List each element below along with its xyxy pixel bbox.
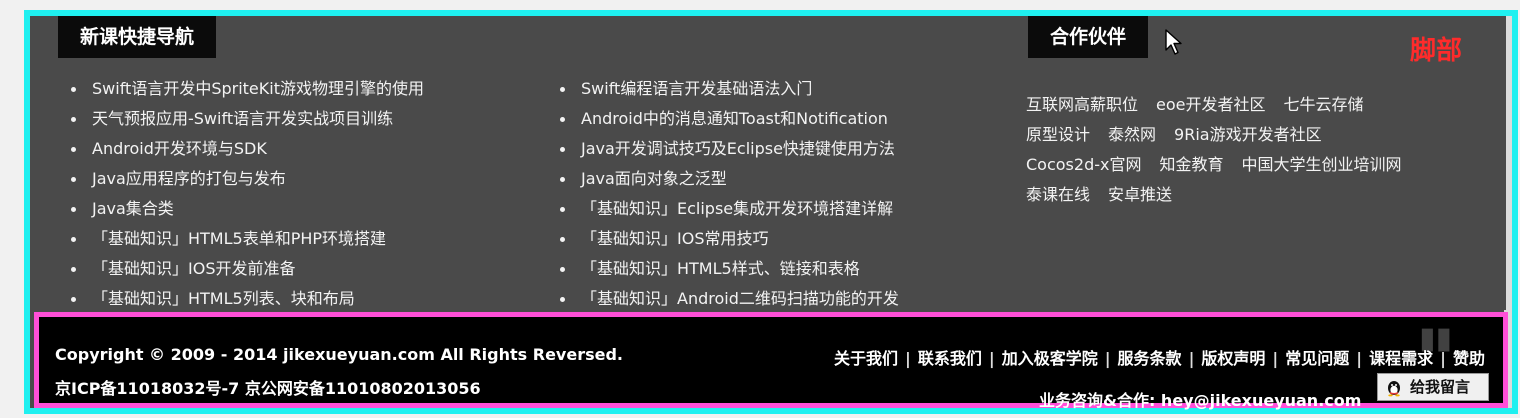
partner-link[interactable]: Cocos2d-x官网 xyxy=(1026,155,1141,174)
nav-separator: | xyxy=(904,349,911,368)
footer-nav-link[interactable]: 赞助 xyxy=(1453,349,1485,368)
course-link[interactable]: Java集合类 xyxy=(66,194,424,224)
screenshot-stage: 新课快捷导航 合作伙伴 Swift语言开发中SpriteKit游戏物理引擎的使用… xyxy=(0,0,1520,418)
footer-links-area: 新课快捷导航 合作伙伴 Swift语言开发中SpriteKit游戏物理引擎的使用… xyxy=(36,16,1506,310)
footer-nav-link[interactable]: 版权声明 xyxy=(1201,349,1265,368)
course-link[interactable]: 天气预报应用-Swift语言开发实战项目训练 xyxy=(66,104,424,134)
course-link[interactable]: 「基础知识」HTML5表单和PHP环境搭建 xyxy=(66,224,424,254)
partner-link[interactable]: eoe开发者社区 xyxy=(1156,95,1265,114)
leave-message-button[interactable]: 给我留言 xyxy=(1377,373,1489,401)
new-courses-column-2: Swift编程语言开发基础语法入门 Android中的消息通知Toast和Noti… xyxy=(555,74,899,314)
partner-link[interactable]: 泰然网 xyxy=(1108,125,1156,144)
business-contact[interactable]: 业务咨询&合作: hey@jikexueyuan.com xyxy=(1039,387,1361,411)
footer-nav-link[interactable]: 课程需求 xyxy=(1369,349,1433,368)
partner-link[interactable]: 知金教育 xyxy=(1159,155,1223,174)
copyright-text: Copyright © 2009 - 2014 jikexueyuan.com … xyxy=(55,345,623,364)
footer-annotation-label: 脚部 xyxy=(1410,36,1463,66)
course-link[interactable]: Android开发环境与SDK xyxy=(66,134,424,164)
nav-separator: | xyxy=(1188,349,1195,368)
copyright-bar: ▮▮ Copyright © 2009 - 2014 jikexueyuan.c… xyxy=(34,312,1508,411)
partner-link[interactable]: 互联网高薪职位 xyxy=(1026,95,1138,114)
partner-link[interactable]: 安卓推送 xyxy=(1108,185,1172,204)
course-link[interactable]: Java开发调试技巧及Eclipse快捷键使用方法 xyxy=(555,134,899,164)
partners-title: 合作伙伴 xyxy=(1028,16,1149,58)
course-link[interactable]: Android中的消息通知Toast和Notification xyxy=(555,104,899,134)
footer-nav-link[interactable]: 联系我们 xyxy=(918,349,982,368)
footer-nav-link[interactable]: 加入极客学院 xyxy=(1002,349,1098,368)
partner-link[interactable]: 泰课在线 xyxy=(1026,185,1090,204)
course-link[interactable]: 「基础知识」HTML5列表、块和布局 xyxy=(66,284,424,314)
partners-row: 原型设计 泰然网 9Ria游戏开发者社区 xyxy=(1026,120,1486,150)
partners-row: 互联网高薪职位 eoe开发者社区 七牛云存储 xyxy=(1026,90,1486,120)
course-link[interactable]: 「基础知识」IOS开发前准备 xyxy=(66,254,424,284)
nav-separator: | xyxy=(1440,349,1446,368)
course-link[interactable]: Swift编程语言开发基础语法入门 xyxy=(555,74,899,104)
course-link[interactable]: 「基础知识」IOS常用技巧 xyxy=(555,224,899,254)
footer-nav-link[interactable]: 常见问题 xyxy=(1285,349,1349,368)
nav-separator: | xyxy=(1104,349,1111,368)
course-link[interactable]: Java应用程序的打包与发布 xyxy=(66,164,424,194)
partner-link[interactable]: 中国大学生创业培训网 xyxy=(1241,155,1401,174)
course-link[interactable]: Swift语言开发中SpriteKit游戏物理引擎的使用 xyxy=(66,74,424,104)
partner-link[interactable]: 七牛云存储 xyxy=(1284,95,1364,114)
partner-link[interactable]: 原型设计 xyxy=(1026,125,1090,144)
mouse-cursor-icon xyxy=(1165,29,1182,55)
course-link[interactable]: Java面向对象之泛型 xyxy=(555,164,899,194)
course-link[interactable]: 「基础知识」Eclipse集成开发环境搭建详解 xyxy=(555,194,899,224)
leave-message-label: 给我留言 xyxy=(1410,378,1471,396)
nav-separator: | xyxy=(1356,349,1363,368)
course-link[interactable]: 「基础知识」HTML5样式、链接和表格 xyxy=(555,254,899,284)
nav-separator: | xyxy=(988,349,995,368)
partners-list: 互联网高薪职位 eoe开发者社区 七牛云存储原型设计 泰然网 9Ria游戏开发者社区 Co… xyxy=(1026,90,1486,210)
icp-license-text: 京ICP备11018032号-7 京公网安备11010802013056 xyxy=(55,379,481,398)
course-link[interactable]: 「基础知识」Android二维码扫描功能的开发 xyxy=(555,284,899,314)
footer-nav-link[interactable]: 关于我们 xyxy=(834,349,898,368)
nav-separator: | xyxy=(1272,349,1279,368)
partners-row: 泰课在线 安卓推送 xyxy=(1026,180,1486,210)
footer-nav-link[interactable]: 服务条款 xyxy=(1118,349,1182,368)
partner-link[interactable]: 9Ria游戏开发者社区 xyxy=(1174,125,1322,144)
partners-row: Cocos2d-x官网 知金教育 中国大学生创业培训网 xyxy=(1026,150,1486,180)
new-courses-title: 新课快捷导航 xyxy=(58,16,217,58)
new-courses-column-1: Swift语言开发中SpriteKit游戏物理引擎的使用 天气预报应用-Swift… xyxy=(66,74,424,314)
footer-nav: 关于我们 | 联系我们 | 加入极客学院 | 服务条款 | 版权声明 | 常见问题 | 课程需求 | 赞助 xyxy=(834,345,1485,369)
qq-penguin-icon xyxy=(1388,381,1400,397)
